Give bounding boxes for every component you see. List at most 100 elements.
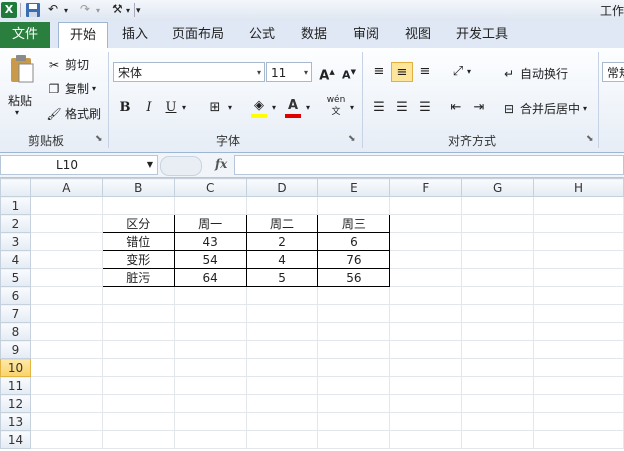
cell[interactable]: 周三	[317, 214, 391, 233]
tab-file[interactable]: 文件	[0, 22, 50, 48]
cell[interactable]	[101, 376, 175, 395]
cell[interactable]: 2	[245, 232, 319, 251]
cell[interactable]	[461, 340, 535, 359]
cell[interactable]	[461, 268, 535, 287]
tab-view[interactable]: 视图	[396, 22, 440, 48]
cell[interactable]	[317, 304, 391, 323]
row-header[interactable]: 13	[0, 412, 31, 431]
customize-quick-access-icon[interactable]: ▾	[136, 2, 152, 18]
column-header[interactable]: E	[317, 178, 391, 197]
grow-font-icon[interactable]: A▲	[316, 62, 338, 83]
row-header[interactable]: 14	[0, 430, 31, 449]
cell[interactable]	[317, 394, 391, 413]
cell[interactable]	[461, 214, 535, 233]
column-header[interactable]: H	[533, 178, 624, 197]
cell[interactable]	[245, 196, 319, 215]
paste-label[interactable]: 粘贴	[8, 92, 32, 109]
bold-button[interactable]: B	[114, 98, 136, 118]
decrease-indent-icon[interactable]: ⇤	[445, 98, 467, 118]
cell[interactable]: 4	[245, 250, 319, 269]
cell[interactable]	[389, 322, 463, 341]
font-name-select[interactable]: 宋体 ▾	[113, 62, 265, 82]
cell[interactable]	[317, 286, 391, 305]
cell[interactable]: 43	[173, 232, 247, 251]
row-header[interactable]: 4	[0, 250, 31, 269]
cell[interactable]	[533, 412, 624, 431]
cell[interactable]	[389, 412, 463, 431]
cell[interactable]	[29, 322, 103, 341]
cell[interactable]	[389, 304, 463, 323]
cell[interactable]	[245, 340, 319, 359]
cell[interactable]	[389, 268, 463, 287]
column-header[interactable]: A	[29, 178, 103, 197]
cell[interactable]	[461, 358, 535, 377]
cell[interactable]	[101, 394, 175, 413]
merge-center-button[interactable]: ⊟ 合并后居中 ▾	[501, 100, 587, 117]
italic-button[interactable]: I	[138, 98, 160, 118]
align-left-icon[interactable]: ☰	[368, 98, 390, 118]
undo-icon[interactable]: ↶	[48, 2, 64, 18]
cell[interactable]	[29, 340, 103, 359]
cell[interactable]	[533, 430, 624, 449]
underline-dropdown-icon[interactable]: ▾	[178, 98, 190, 118]
tab-formulas[interactable]: 公式	[240, 22, 284, 48]
cell[interactable]	[101, 430, 175, 449]
cell[interactable]	[533, 358, 624, 377]
formula-input[interactable]	[234, 155, 624, 175]
cell[interactable]	[29, 286, 103, 305]
row-header[interactable]: 11	[0, 376, 31, 395]
redo-dropdown-icon[interactable]: ▾	[96, 2, 112, 18]
cell[interactable]	[173, 340, 247, 359]
paste-button[interactable]	[6, 54, 38, 84]
align-center-icon[interactable]: ☰	[391, 98, 413, 118]
cell[interactable]: 6	[317, 232, 391, 251]
cell[interactable]	[461, 376, 535, 395]
cell[interactable]	[29, 304, 103, 323]
cell[interactable]	[245, 304, 319, 323]
tab-review[interactable]: 审阅	[344, 22, 388, 48]
copy-dropdown-icon[interactable]: ▾	[92, 84, 96, 93]
orientation-dropdown-icon[interactable]: ▾	[463, 62, 475, 82]
cell[interactable]	[173, 322, 247, 341]
cell[interactable]	[389, 394, 463, 413]
cell[interactable]	[533, 232, 624, 251]
cell[interactable]	[29, 250, 103, 269]
cell[interactable]	[461, 232, 535, 251]
cell[interactable]: 周二	[245, 214, 319, 233]
cell[interactable]	[29, 358, 103, 377]
save-icon[interactable]	[25, 2, 41, 18]
cell[interactable]	[101, 196, 175, 215]
row-header[interactable]: 12	[0, 394, 31, 413]
redo-icon[interactable]: ↷	[80, 2, 96, 18]
row-header[interactable]: 7	[0, 304, 31, 323]
cell[interactable]	[389, 232, 463, 251]
cell[interactable]	[173, 394, 247, 413]
name-box[interactable]: L10 ▼	[0, 155, 158, 175]
select-all-corner[interactable]	[0, 178, 31, 197]
fill-color-icon[interactable]: ◈	[248, 96, 270, 118]
cell[interactable]	[101, 358, 175, 377]
cell[interactable]	[533, 340, 624, 359]
cell[interactable]	[461, 250, 535, 269]
cell[interactable]	[101, 322, 175, 341]
cut-button[interactable]: ✂ 剪切	[46, 56, 89, 73]
cell[interactable]	[245, 412, 319, 431]
cell[interactable]	[101, 412, 175, 431]
cell[interactable]	[461, 394, 535, 413]
cell[interactable]	[533, 322, 624, 341]
cell[interactable]	[245, 394, 319, 413]
cell[interactable]	[29, 376, 103, 395]
cell[interactable]	[29, 394, 103, 413]
insert-function-icon[interactable]: fx	[215, 157, 227, 171]
cell[interactable]	[29, 196, 103, 215]
cell[interactable]	[101, 286, 175, 305]
shrink-font-icon[interactable]: A▼	[338, 62, 360, 82]
cell[interactable]	[29, 214, 103, 233]
cell[interactable]	[101, 304, 175, 323]
cell[interactable]	[173, 376, 247, 395]
align-middle-icon[interactable]: ≡	[391, 62, 413, 82]
cell[interactable]	[245, 376, 319, 395]
font-launcher-icon[interactable]: ⬊	[348, 134, 356, 144]
tab-insert[interactable]: 插入	[113, 22, 157, 48]
cell[interactable]	[173, 196, 247, 215]
